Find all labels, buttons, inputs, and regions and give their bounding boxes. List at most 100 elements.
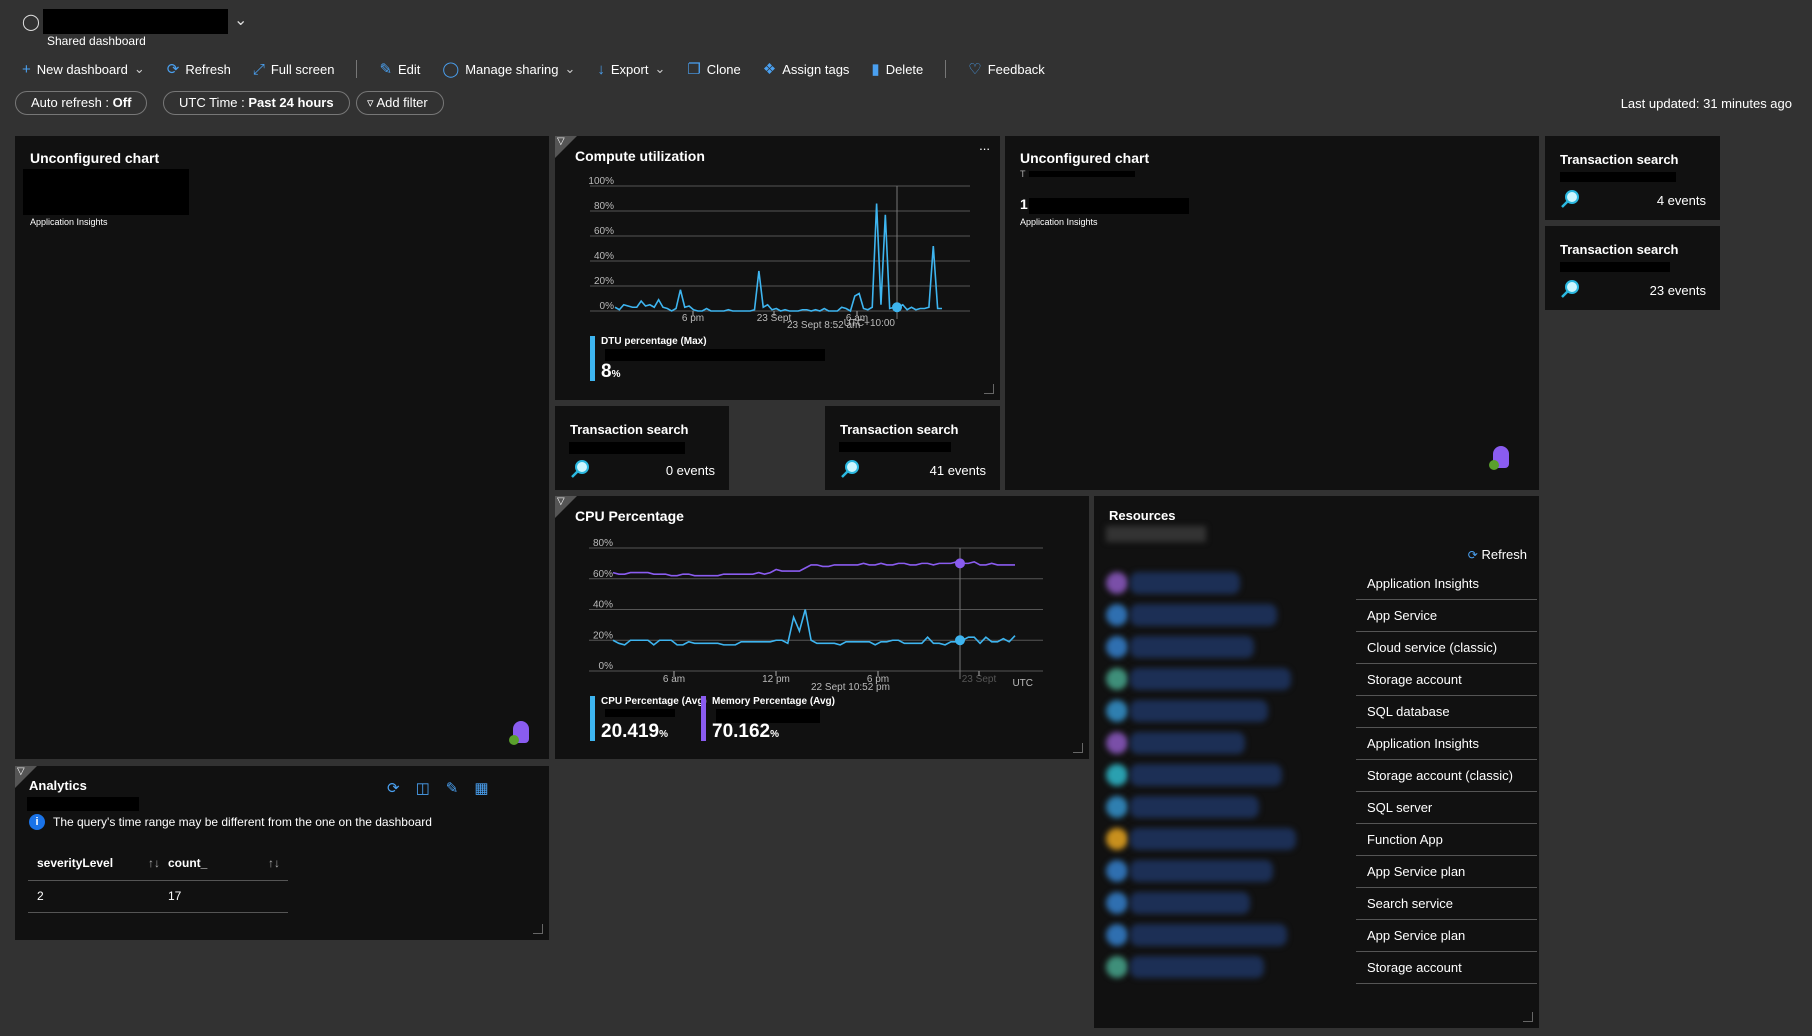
toolbar-export-button[interactable]: ↓ Export ⌄ — [597, 61, 665, 78]
resource-row[interactable]: Storage account — [1094, 952, 1539, 984]
series-line — [612, 560, 1015, 577]
resize-handle[interactable] — [1073, 743, 1083, 753]
auto-refresh-pill[interactable]: Auto refresh : Off — [15, 91, 148, 115]
resource-type: Storage account — [1356, 664, 1537, 696]
resource-icon — [1106, 572, 1128, 594]
toolbar-clone-button[interactable]: ❐ Clone — [687, 60, 740, 78]
last-updated: Last updated: 31 minutes ago — [1620, 96, 1792, 111]
dtu-legend: DTU percentage (Max) 8% — [590, 336, 825, 382]
info-icon: i — [29, 814, 45, 830]
resize-handle[interactable] — [984, 384, 994, 394]
resource-row[interactable]: App Service plan — [1094, 920, 1539, 952]
fullscreen-icon: ⤢ — [252, 60, 265, 78]
resource-type: SQL server — [1356, 792, 1537, 824]
hover-point — [955, 558, 965, 569]
toolbar-delete-button[interactable]: ▮ Delete — [871, 60, 923, 78]
resource-row[interactable]: SQL server — [1094, 792, 1539, 824]
column-header[interactable]: count_ ↑↓ — [168, 846, 288, 880]
toolbar-assign-tags-button[interactable]: ❖ Assign tags — [763, 60, 850, 78]
download-icon: ↓ — [597, 60, 605, 78]
resource-row[interactable]: Storage account (classic) — [1094, 760, 1539, 792]
resource-row[interactable]: Cloud service (classic) — [1094, 632, 1539, 664]
toolbar-separator — [945, 60, 947, 78]
resource-row[interactable]: Storage account — [1094, 664, 1539, 696]
resource-type: Storage account — [1356, 952, 1537, 984]
toolbar-refresh-button[interactable]: ⟳ Refresh — [167, 60, 231, 78]
tile-resources[interactable]: Resources ⟳ Refresh Application Insights… — [1094, 496, 1539, 1028]
dashboard-name-redacted[interactable] — [43, 9, 228, 34]
column-header[interactable]: severityLevel ↑↓ — [28, 846, 168, 880]
resource-icon — [1106, 636, 1128, 658]
cpu-chart[interactable]: 0%20%40%60%80%6 am 12 pm 6 pm 23 Sept UTC22 … — [555, 496, 1089, 696]
refresh-icon[interactable]: ⟳ — [387, 779, 400, 797]
tile-analytics[interactable]: ▽ Analytics ⟳ ◫ ✎ ▦ i The query's time r… — [15, 766, 549, 940]
y-tick-label: 0% — [599, 661, 614, 672]
tile-unconfigured-chart[interactable]: Unconfigured chart Application Insights — [15, 136, 549, 759]
tile-unconfigured-chart-2[interactable]: Unconfigured chart T 1 Application Insig… — [1005, 136, 1539, 490]
y-tick-label: 100% — [588, 176, 614, 187]
y-tick-label: 60% — [594, 226, 614, 237]
resource-icon — [1106, 892, 1128, 914]
toolbar-new-dashboard-button[interactable]: + New dashboard ⌄ — [22, 61, 145, 78]
x-tick-label: 6 am — [663, 674, 685, 685]
dashboard-picker-chevron-icon[interactable]: ⌄ — [234, 10, 247, 30]
resource-icon — [1106, 700, 1128, 722]
blurred-subtitle — [1106, 526, 1206, 542]
resource-icon — [1106, 668, 1128, 690]
toolbar-feedback-button[interactable]: ♡ Feedback — [968, 60, 1045, 78]
resize-handle[interactable] — [1523, 1012, 1533, 1022]
resource-row[interactable]: Function App — [1094, 824, 1539, 856]
tile-transaction-search[interactable]: Transaction search 4 events — [1545, 136, 1720, 220]
hover-point — [955, 635, 965, 646]
refresh-icon: ⟳ — [1467, 548, 1478, 562]
tile-transaction-search[interactable]: Transaction search 41 events — [825, 406, 1000, 490]
toolbar-full-screen-button[interactable]: ⤢ Full screen — [253, 61, 335, 78]
resource-row[interactable]: SQL database — [1094, 696, 1539, 728]
cpu-legend: CPU Percentage (Avg) 20.419% — [590, 696, 707, 742]
resources-refresh-button[interactable]: ⟳ Refresh — [1468, 547, 1527, 562]
tile-compute-utilization[interactable]: ▽ Compute utilization ... 0% 20% 40% 60% 80%… — [555, 136, 1000, 400]
filter-add-icon: ▿ — [367, 95, 374, 110]
toolbar-manage-sharing-button[interactable]: ◯ Manage sharing ⌄ — [442, 60, 575, 78]
tile-transaction-search[interactable]: Transaction search 0 events — [555, 406, 729, 490]
time-range-pill[interactable]: UTC Time : Past 24 hours — [163, 91, 350, 115]
sort-icon: ↑↓ — [268, 855, 280, 870]
y-tick-label: 40% — [593, 600, 613, 611]
toolbar-separator — [356, 60, 358, 78]
resize-handle[interactable] — [533, 924, 543, 934]
tile-cpu-percentage[interactable]: ▽ CPU Percentage 0% 20% 40% 60% 80% 6 am 12 pm… — [555, 496, 1089, 759]
edit-icon[interactable]: ✎ — [446, 779, 459, 797]
y-tick-label: 0% — [600, 301, 615, 312]
resource-type: Storage account (classic) — [1356, 760, 1537, 792]
resource-row[interactable]: Search service — [1094, 888, 1539, 920]
resource-name-blurred — [1130, 796, 1259, 818]
trash-icon: ▮ — [871, 61, 880, 78]
edit-query-icon[interactable]: ◫ — [416, 779, 430, 797]
resource-row[interactable]: Application Insights — [1094, 728, 1539, 760]
tile-transaction-search[interactable]: Transaction search 23 events — [1545, 226, 1720, 310]
resource-type: Application Insights — [1356, 568, 1537, 600]
toolbar: + New dashboard ⌄ ⟳ Refresh ⤢ Full screen ✎ Edit… — [22, 60, 1045, 78]
resource-row[interactable]: App Service plan — [1094, 856, 1539, 888]
tag-icon: ❖ — [762, 61, 777, 78]
search-icon — [571, 460, 589, 478]
search-icon — [1561, 190, 1579, 208]
refresh-icon: ⟳ — [166, 61, 180, 78]
chevron-down-icon: ⌄ — [564, 61, 576, 76]
toolbar-edit-button[interactable]: ✎ Edit — [379, 60, 420, 78]
add-filter-button[interactable]: ▿ Add filter — [356, 91, 444, 115]
x-tick-label: 12 pm — [762, 674, 790, 685]
pin-chart-icon[interactable]: ▦ — [474, 779, 488, 797]
resource-name-blurred — [1130, 604, 1277, 626]
compute-chart[interactable]: 0%20%40%60%80%100%6 pm 23 Sept 6 amUTC+10:… — [555, 136, 1000, 336]
resource-name-blurred — [1130, 700, 1268, 722]
resource-icon — [1106, 604, 1128, 626]
tile-source: Application Insights — [30, 217, 108, 227]
y-tick-label: 80% — [593, 538, 613, 549]
resource-type: Function App — [1356, 824, 1537, 856]
dashboard-icon: ◯ — [22, 14, 40, 31]
chevron-down-icon: ⌄ — [133, 61, 145, 76]
resource-row[interactable]: Application Insights — [1094, 568, 1539, 600]
series-line — [614, 203, 942, 313]
resource-row[interactable]: App Service — [1094, 600, 1539, 632]
